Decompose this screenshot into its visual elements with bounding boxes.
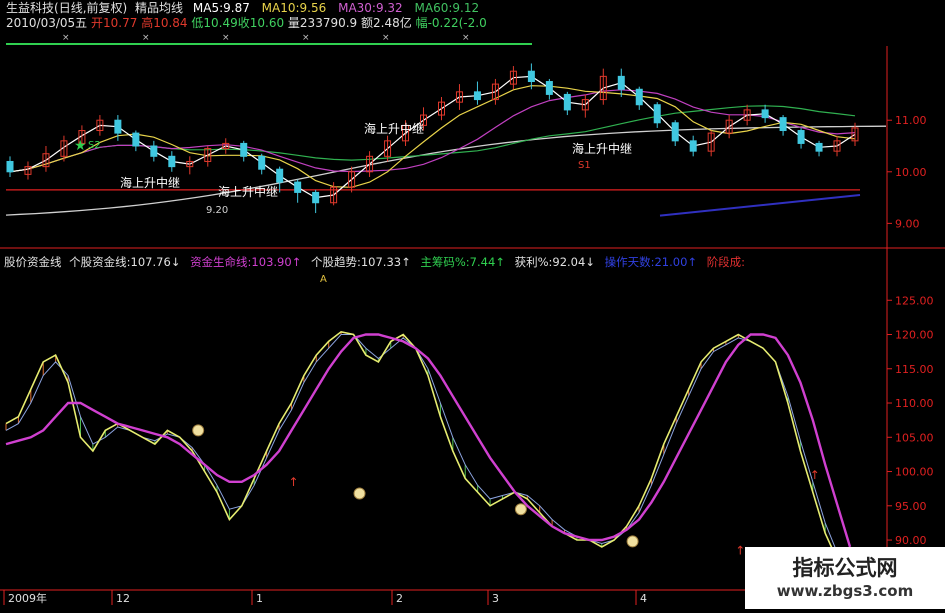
candle-body bbox=[653, 104, 661, 124]
volume-readout: 量233790.9 bbox=[287, 16, 358, 30]
watermark-title: 指标公式网 bbox=[792, 556, 898, 580]
indicator-tick-label: 125.00 bbox=[895, 294, 934, 307]
high-readout: 高10.84 bbox=[141, 16, 188, 30]
indicator-title: 股价资金线 bbox=[4, 255, 62, 269]
header-line1: 生益科技(日线,前复权) 精品均线 MA5:9.87 MA10:9.56 MA3… bbox=[6, 1, 479, 15]
candle-body bbox=[545, 81, 553, 95]
ma5-readout: MA5:9.87 bbox=[192, 1, 250, 15]
indicator-tick-label: 120.00 bbox=[895, 329, 934, 342]
candle-body bbox=[797, 130, 805, 144]
indicator-tick-label: 115.00 bbox=[895, 363, 934, 376]
price-tick-label: 9.00 bbox=[895, 217, 920, 230]
header-line2: 2010/03/05五 开10.77 高10.84 低10.49收10.60 量… bbox=[6, 16, 487, 30]
candle-body bbox=[779, 117, 787, 132]
time-tick-label: 2 bbox=[396, 592, 403, 605]
indicator-tick-label: 110.00 bbox=[895, 397, 934, 410]
header-marker: × bbox=[382, 33, 390, 43]
trend-label: 海上升中继 bbox=[120, 175, 180, 190]
header-marker: × bbox=[142, 33, 150, 43]
profit-readout: 获利%:92.04↓ bbox=[514, 255, 595, 269]
candle-body bbox=[6, 160, 14, 173]
change-readout: 幅-0.22(-2.0 bbox=[415, 16, 487, 30]
stage-readout: 阶段成: bbox=[706, 255, 746, 269]
life-line-readout: 资金生命线:103.90↑ bbox=[190, 255, 302, 269]
amount-readout: 额2.48亿 bbox=[361, 16, 412, 30]
indicator-tick-label: 90.00 bbox=[895, 534, 927, 547]
money-bag-icon bbox=[353, 487, 366, 500]
indicator-tick-label: 100.00 bbox=[895, 466, 934, 479]
header-marker: × bbox=[62, 33, 70, 43]
candle-body bbox=[168, 155, 176, 168]
ma10-readout: MA10:9.56 bbox=[261, 1, 327, 15]
candle-body bbox=[240, 142, 248, 157]
candle-body bbox=[258, 155, 266, 170]
buy-arrow-icon: ↑ bbox=[288, 475, 298, 489]
candle-body bbox=[527, 70, 535, 83]
watermark-url: www.zbgs3.com bbox=[776, 582, 914, 600]
money-bag-icon bbox=[626, 535, 639, 548]
blue-readout: 操作天数:21.00↑ bbox=[604, 255, 698, 269]
stock-flow-readout: 个股资金线:107.76↓ bbox=[69, 255, 181, 269]
candle-body bbox=[114, 119, 122, 134]
indicator-tick-label: 95.00 bbox=[895, 500, 927, 513]
indicator-tick-label: 105.00 bbox=[895, 431, 934, 444]
price-tick-label: 10.00 bbox=[895, 166, 927, 179]
money-bag-icon bbox=[514, 503, 527, 516]
candle-body bbox=[635, 88, 643, 106]
main-chip-readout: 主筹码%:7.44↑ bbox=[420, 255, 505, 269]
ma30-line bbox=[9, 89, 856, 173]
trend-readout: 个股趋势:107.33↑ bbox=[310, 255, 411, 269]
header-marker: × bbox=[222, 33, 230, 43]
trend-label: 海上升中继 bbox=[364, 121, 424, 136]
candle-body bbox=[132, 132, 140, 147]
trend-label: 海上升中继 bbox=[218, 184, 278, 199]
ma60-readout: MA60:9.12 bbox=[414, 1, 480, 15]
candle-body bbox=[312, 191, 320, 204]
stock-name: 生益科技 bbox=[6, 1, 55, 15]
stock-chart-window: × × × × × × 11.00 10.00 9.00 ★ S2 海上升中继 海上升中继 海上升中继 海上… bbox=[0, 0, 945, 609]
header-marker: × bbox=[302, 33, 310, 43]
money-bag-icon bbox=[192, 424, 205, 437]
time-tick-label: 12 bbox=[116, 592, 130, 605]
trend-label: 海上升中继 bbox=[572, 141, 632, 156]
candle-body bbox=[689, 140, 697, 152]
low-readout: 低10.49 bbox=[191, 16, 238, 30]
candle-body bbox=[276, 168, 284, 183]
ma30-readout: MA30:9.32 bbox=[338, 1, 403, 15]
time-tick-label: 3 bbox=[492, 592, 499, 605]
date-readout: 2010/03/05五 bbox=[6, 16, 88, 30]
header-marker: × bbox=[462, 33, 470, 43]
buy-arrow-icon: ↑ bbox=[810, 468, 820, 482]
candle-body bbox=[563, 93, 571, 111]
period-label: (日线,前复权) bbox=[54, 1, 128, 15]
candle-body bbox=[617, 75, 625, 90]
site-watermark: 指标公式网 www.zbgs3.com bbox=[745, 547, 945, 609]
candle-body bbox=[815, 142, 823, 152]
candle-body bbox=[671, 122, 679, 142]
chart-canvas[interactable]: × × × × × ×11.0010.009.00★ S2海上升中继海上升中继海上升中继海上… bbox=[0, 0, 945, 609]
s1-label: S1 bbox=[578, 160, 591, 171]
time-tick-label: 1 bbox=[256, 592, 263, 605]
indicator-header: 股价资金线 个股资金线:107.76↓ 资金生命线:103.90↑ 个股趋势:1… bbox=[4, 255, 745, 269]
s2-label: S2 bbox=[88, 140, 101, 151]
template-name: 精品均线 bbox=[135, 1, 184, 15]
time-tick-label: 2009年 bbox=[8, 591, 47, 605]
arrow-marker: A bbox=[320, 274, 327, 285]
candle-body bbox=[473, 91, 481, 101]
candle-body bbox=[761, 109, 769, 119]
open-readout: 开10.77 bbox=[91, 16, 138, 30]
close-readout: 收10.60 bbox=[237, 16, 285, 30]
blue-line bbox=[659, 194, 861, 217]
candle-body bbox=[150, 145, 158, 157]
s2-star-icon: ★ bbox=[74, 138, 87, 154]
life-line bbox=[5, 333, 852, 548]
candle-body bbox=[294, 181, 302, 193]
buy-arrow-icon: ↑ bbox=[735, 543, 745, 557]
low-price-label: 9.20 bbox=[206, 205, 228, 216]
time-tick-label: 4 bbox=[640, 592, 647, 605]
price-tick-label: 11.00 bbox=[895, 114, 927, 127]
